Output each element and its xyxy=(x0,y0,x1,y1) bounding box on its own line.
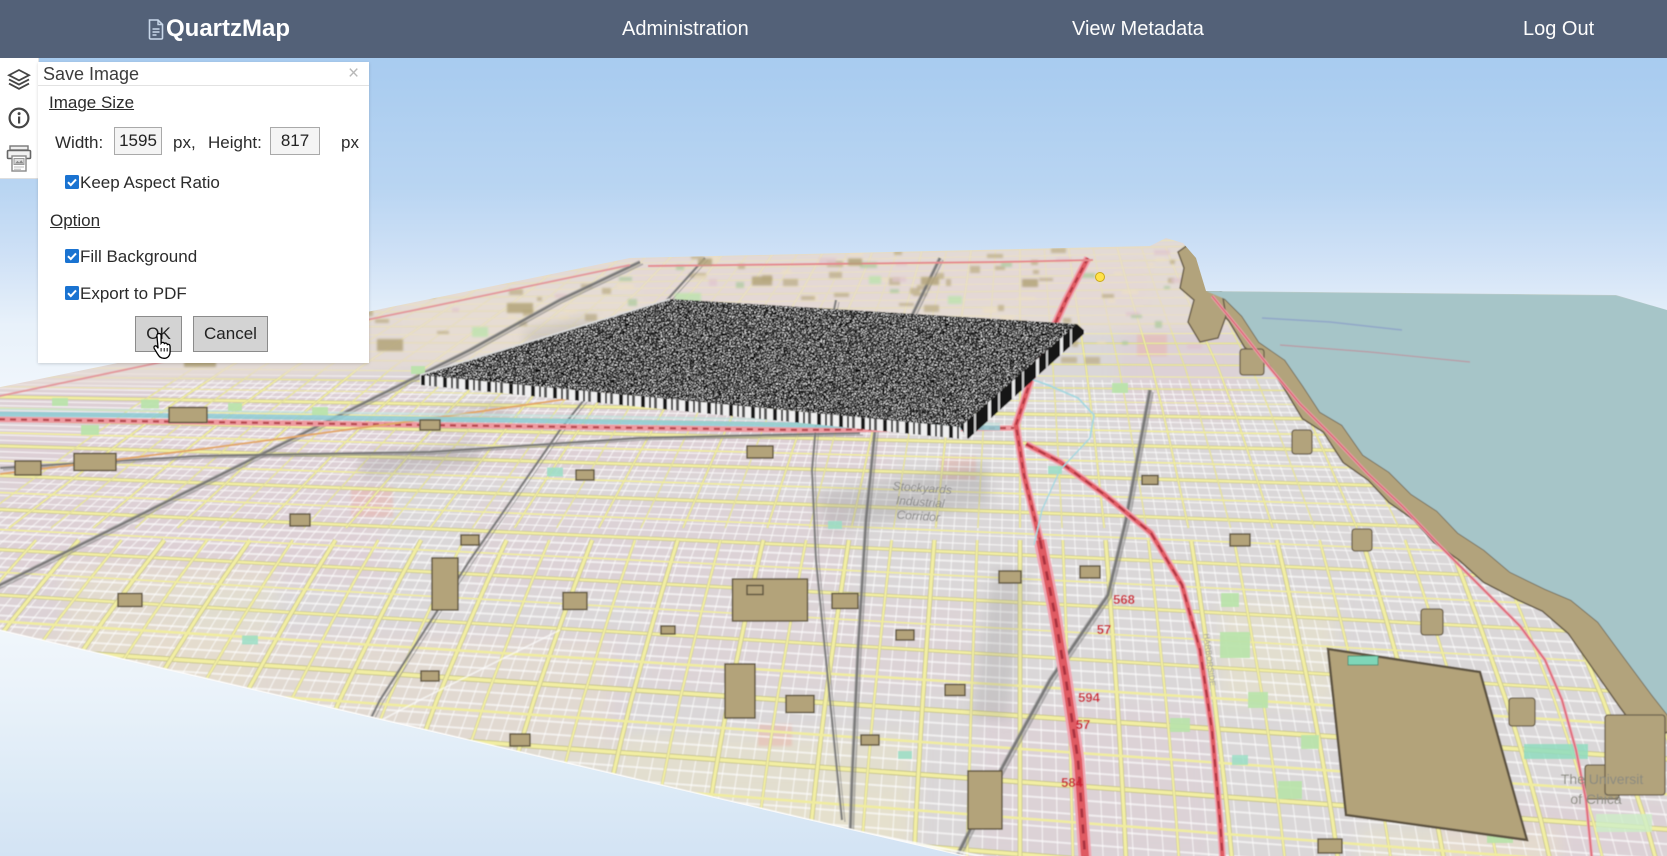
svg-text:of Chica: of Chica xyxy=(1570,791,1622,807)
svg-text:594: 594 xyxy=(1078,690,1100,705)
svg-text:57: 57 xyxy=(1097,622,1111,637)
svg-text:584: 584 xyxy=(1061,775,1083,790)
svg-text:The Universit: The Universit xyxy=(1561,771,1644,787)
svg-text:568: 568 xyxy=(1113,592,1135,607)
svg-text:57: 57 xyxy=(1076,717,1090,732)
